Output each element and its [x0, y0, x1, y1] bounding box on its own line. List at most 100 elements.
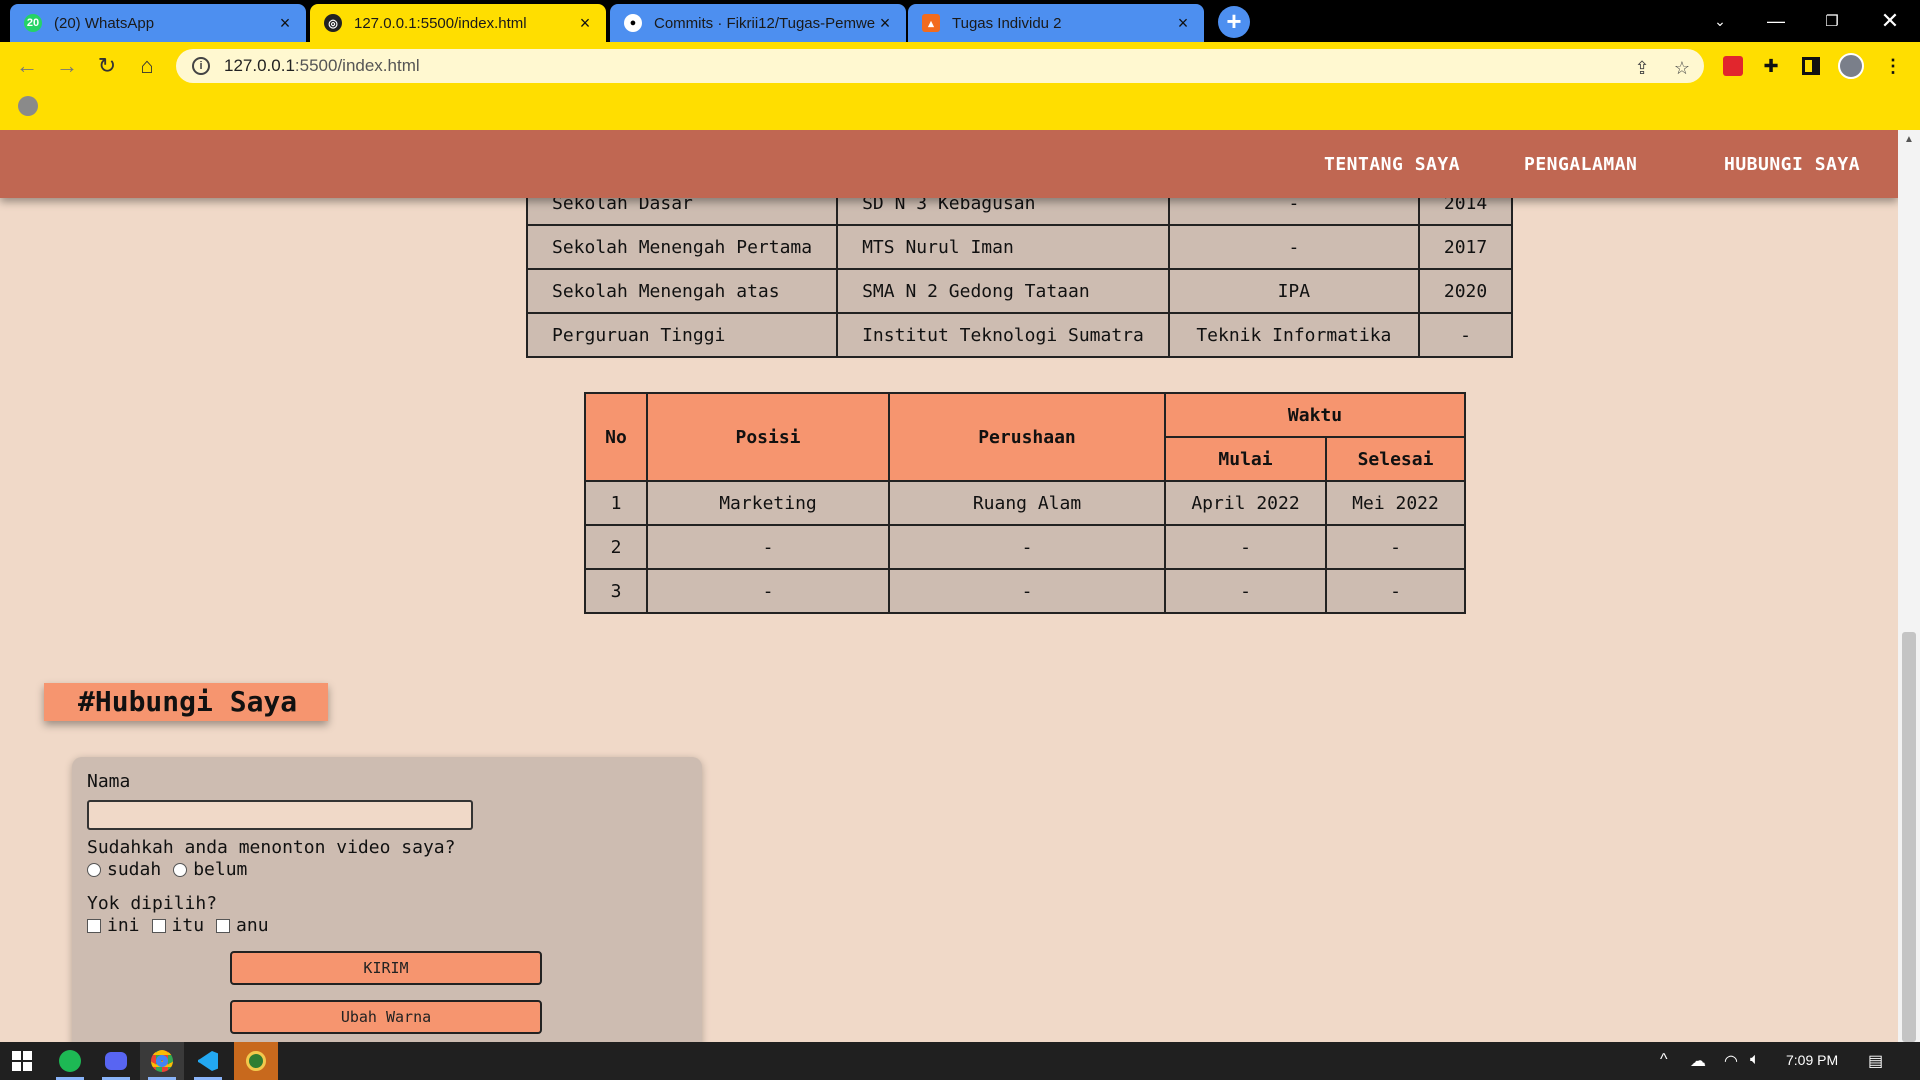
table-cell: SMA N 2 Gedong Tataan	[836, 268, 1170, 314]
table-cell: -	[888, 524, 1166, 570]
checkbox-label: anu	[236, 915, 269, 936]
table-cell: April 2022	[1164, 480, 1327, 526]
table-cell: Perguruan Tinggi	[525, 312, 839, 358]
notifications-icon[interactable]: ▤	[1868, 1051, 1883, 1071]
table-cell: -	[646, 568, 890, 614]
restore-icon[interactable]: ❐	[1804, 0, 1860, 42]
browser-toolbar: ← → ↻ ⌂ i 127.0.0.1:5500/index.html ⇪ ☆ …	[0, 42, 1920, 130]
table-row: Sekolah Menengah Pertama MTS Nurul Iman …	[525, 224, 1514, 270]
address-host: 127.0.0.1	[224, 56, 295, 75]
page-scrollbar[interactable]: ▲	[1898, 130, 1920, 1042]
wifi-icon[interactable]: ◠	[1724, 1051, 1738, 1071]
table-cell: 2017	[1417, 224, 1514, 270]
extensions-puzzle-icon[interactable]: ✚	[1756, 51, 1786, 81]
scrollbar-thumb[interactable]	[1902, 632, 1916, 1042]
extension-red-icon[interactable]	[1718, 51, 1748, 81]
profile-avatar[interactable]	[1836, 51, 1866, 81]
classroom-icon: ▴	[922, 14, 940, 32]
share-icon[interactable]: ⇪	[1630, 56, 1654, 80]
chevron-up-icon[interactable]: ^	[1660, 1051, 1668, 1069]
nav-hubungi-saya[interactable]: HUBUNGI SAYA	[1724, 154, 1860, 175]
table-row: 2 - - - -	[584, 524, 1466, 570]
video-options: sudah belum	[87, 859, 259, 880]
bookmark-star-icon[interactable]: ☆	[1670, 56, 1694, 80]
onedrive-cloud-icon[interactable]: ☁	[1690, 1051, 1706, 1071]
table-cell: -	[1167, 224, 1420, 270]
table-cell: 1	[584, 480, 648, 526]
checkbox-ini[interactable]	[87, 918, 101, 933]
name-input[interactable]	[87, 800, 473, 830]
table-cell: -	[1164, 524, 1327, 570]
back-icon[interactable]: ←	[12, 51, 42, 81]
home-icon[interactable]: ⌂	[132, 51, 162, 81]
table-cell: Marketing	[646, 480, 890, 526]
volume-icon[interactable]: 🔈︎	[1750, 1051, 1760, 1069]
table-cell: -	[1417, 312, 1514, 358]
start-windows-icon[interactable]	[0, 1042, 44, 1080]
table-cell: Mei 2022	[1325, 480, 1466, 526]
table-cell: 2	[584, 524, 648, 570]
chrome-icon[interactable]	[140, 1042, 184, 1080]
table-cell: -	[1164, 568, 1327, 614]
table-row: 3 - - - -	[584, 568, 1466, 614]
table-cell: -	[1325, 524, 1466, 570]
submit-button[interactable]: KIRIM	[230, 951, 542, 985]
nav-pengalaman[interactable]: PENGALAMAN	[1524, 154, 1637, 175]
address-bar[interactable]: i 127.0.0.1:5500/index.html ⇪ ☆	[176, 49, 1704, 83]
site-navbar: TENTANG SAYA PENGALAMAN HUBUNGI SAYA	[0, 130, 1898, 198]
tab-localhost[interactable]: ◎ 127.0.0.1:5500/index.html ×	[310, 4, 606, 42]
radio-sudah[interactable]	[87, 862, 101, 877]
tab-search-icon[interactable]: ⌄	[1692, 0, 1748, 42]
close-icon[interactable]: ×	[576, 13, 594, 34]
table-cell: -	[1325, 568, 1466, 614]
scroll-up-icon[interactable]: ▲	[1904, 134, 1914, 145]
table-cell: 3	[584, 568, 648, 614]
forward-icon[interactable]: →	[52, 51, 82, 81]
clock[interactable]: 7:09 PM	[1786, 1052, 1838, 1068]
tab-whatsapp[interactable]: 20 (20) WhatsApp ×	[10, 4, 306, 42]
experience-table: No Posisi Perushaan Waktu Mulai Selesai …	[584, 392, 1466, 614]
discord-icon[interactable]	[94, 1042, 138, 1080]
close-icon[interactable]: ×	[276, 13, 294, 34]
radio-label: belum	[193, 859, 248, 880]
table-cell: Institut Teknologi Sumatra	[836, 312, 1170, 358]
app-icon[interactable]	[234, 1042, 278, 1080]
tab-tugas[interactable]: ▴ Tugas Individu 2 ×	[908, 4, 1204, 42]
table-cell: 2020	[1417, 268, 1514, 314]
reload-icon[interactable]: ↻	[92, 51, 122, 81]
close-icon[interactable]: ×	[876, 13, 894, 34]
table-row: Perguruan Tinggi Institut Teknologi Suma…	[525, 312, 1514, 358]
close-window-icon[interactable]: ✕	[1862, 0, 1918, 42]
spotify-icon[interactable]	[48, 1042, 92, 1080]
side-panel-icon[interactable]	[1796, 51, 1826, 81]
tab-title: (20) WhatsApp	[54, 14, 155, 32]
table-cell: Sekolah Menengah atas	[525, 268, 839, 314]
education-table: Sekolah Dasar SD N 3 Kebagusan - 2014 Se…	[525, 180, 1514, 358]
header-selesai: Selesai	[1325, 436, 1466, 482]
video-question-label: Sudahkah anda menonton video saya?	[87, 837, 456, 858]
close-icon[interactable]: ×	[1174, 13, 1192, 34]
tab-github[interactable]: ● Commits · Fikrii12/Tugas-Pemwe ×	[610, 4, 906, 42]
nav-tentang-saya[interactable]: TENTANG SAYA	[1324, 154, 1460, 175]
minimize-icon[interactable]: —	[1748, 0, 1804, 42]
tab-title: 127.0.0.1:5500/index.html	[354, 14, 527, 32]
menu-kebab-icon[interactable]: ⋮	[1878, 51, 1908, 81]
address-path: :5500/index.html	[294, 56, 420, 75]
checkbox-anu[interactable]	[216, 918, 231, 933]
globe-icon: ◎	[324, 14, 342, 32]
tab-title: Commits · Fikrii12/Tugas-Pemwe	[654, 14, 876, 32]
header-waktu: Waktu	[1164, 392, 1466, 438]
table-cell: IPA	[1167, 268, 1420, 314]
header-no: No	[584, 392, 648, 482]
new-tab-button[interactable]: +	[1218, 6, 1250, 38]
checkbox-label: ini	[107, 915, 140, 936]
site-info-icon[interactable]: i	[192, 57, 210, 75]
name-label: Nama	[87, 771, 131, 792]
vscode-icon[interactable]	[186, 1042, 230, 1080]
change-color-button[interactable]: Ubah Warna	[230, 1000, 542, 1034]
bookmark-globe-icon[interactable]	[18, 96, 38, 116]
table-row: Sekolah Menengah atas SMA N 2 Gedong Tat…	[525, 268, 1514, 314]
checkbox-itu[interactable]	[151, 918, 166, 933]
radio-belum[interactable]	[173, 862, 188, 877]
contact-form: Nama Sudahkah anda menonton video saya? …	[72, 757, 702, 1042]
